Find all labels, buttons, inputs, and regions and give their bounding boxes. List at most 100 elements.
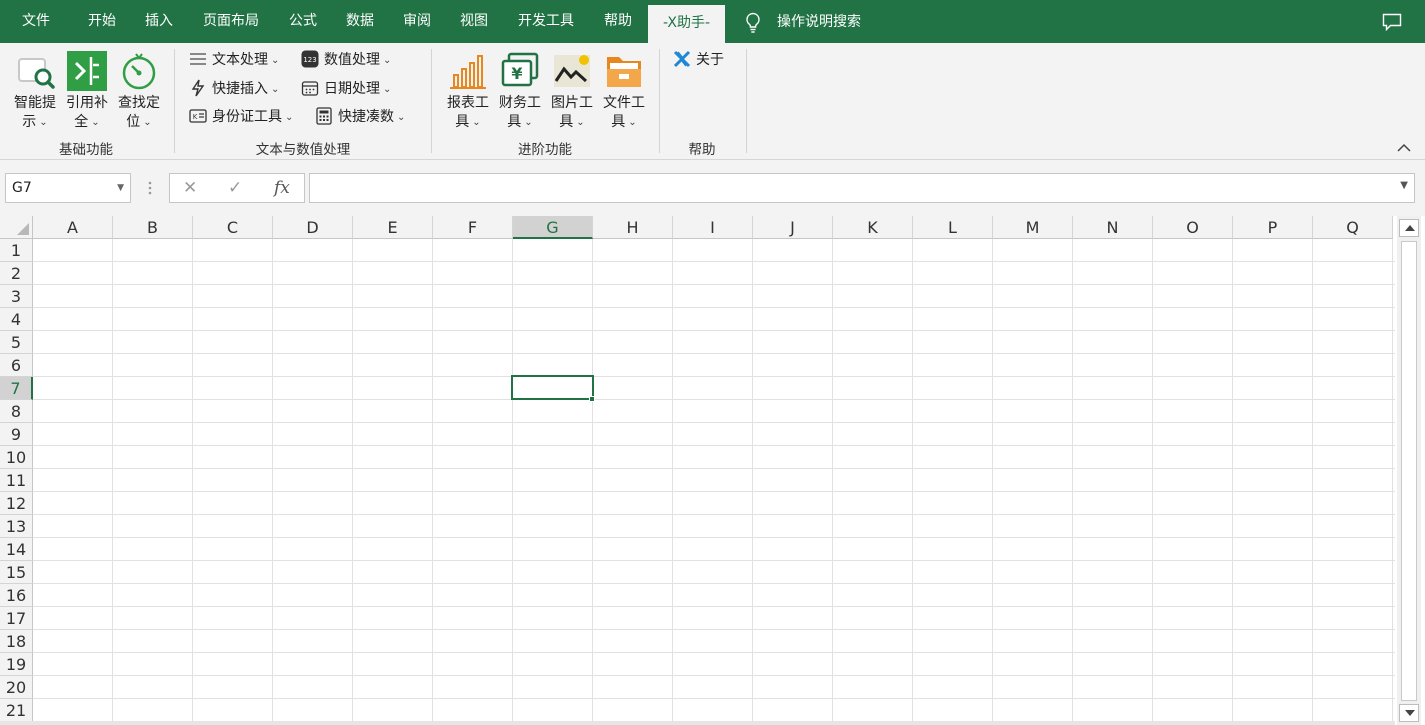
tab-view[interactable]: 视图 — [448, 0, 500, 43]
reference-complete-label: 引用补 全 ⌄ — [66, 95, 108, 130]
row-header[interactable]: 9 — [0, 423, 33, 446]
gridline — [33, 399, 1395, 400]
tab-review[interactable]: 审阅 — [392, 0, 442, 43]
picture-tool-button[interactable]: 图片工 具 ⌄ — [547, 49, 597, 131]
quick-insert-icon — [191, 79, 205, 97]
row-header[interactable]: 13 — [0, 515, 33, 538]
quick-insert-button[interactable]: 快捷插入 ⌄ — [189, 78, 279, 100]
smart-hint-button[interactable]: 智能提 示 ⌄ — [10, 49, 60, 131]
tab-help[interactable]: 帮助 — [592, 0, 644, 43]
row-header[interactable]: 20 — [0, 676, 33, 699]
scroll-down-button[interactable] — [1399, 704, 1419, 722]
comment-icon[interactable] — [1382, 13, 1402, 31]
number-process-button[interactable]: 123 数值处理 ⌄ — [301, 49, 391, 71]
row-header[interactable]: 1 — [0, 239, 33, 262]
row-header[interactable]: 4 — [0, 308, 33, 331]
smart-hint-label: 智能提 示 ⌄ — [14, 95, 56, 130]
group-label-text-number: 文本与数值处理 — [255, 142, 351, 158]
file-tool-button[interactable]: 文件工 具 ⌄ — [599, 49, 649, 131]
row-header[interactable]: 6 — [0, 354, 33, 377]
row-header[interactable]: 16 — [0, 584, 33, 607]
row-header[interactable]: 18 — [0, 630, 33, 653]
column-header[interactable]: A — [33, 216, 113, 239]
column-header[interactable]: M — [993, 216, 1073, 239]
column-header[interactable]: P — [1233, 216, 1313, 239]
chevron-down-icon[interactable]: ▼ — [117, 174, 124, 202]
column-header[interactable]: F — [433, 216, 513, 239]
row-header[interactable]: 7 — [0, 377, 33, 400]
column-header[interactable]: C — [193, 216, 273, 239]
row-header[interactable]: 21 — [0, 699, 33, 722]
row-header[interactable]: 11 — [0, 469, 33, 492]
tab-home[interactable]: 开始 — [76, 0, 128, 43]
tab-insert[interactable]: 插入 — [134, 0, 184, 43]
expand-formula-icon[interactable]: ▼ — [1400, 180, 1408, 191]
enter-icon[interactable]: ✓ — [228, 174, 242, 202]
about-button[interactable]: 关于 — [673, 49, 724, 71]
row-header[interactable]: 14 — [0, 538, 33, 561]
svg-text:¥: ¥ — [511, 64, 522, 83]
column-header[interactable]: D — [273, 216, 353, 239]
gridline — [33, 468, 1395, 469]
column-header[interactable]: O — [1153, 216, 1233, 239]
row-header[interactable]: 19 — [0, 653, 33, 676]
column-header[interactable]: B — [113, 216, 193, 239]
tab-developer[interactable]: 开发工具 — [508, 0, 584, 43]
formula-input[interactable]: ▼ — [309, 173, 1415, 203]
row-header[interactable]: 12 — [0, 492, 33, 515]
svg-text:123: 123 — [303, 56, 316, 64]
name-box[interactable]: G7 ▼ — [5, 173, 131, 203]
gridline — [33, 261, 1395, 262]
collapse-ribbon-icon[interactable] — [1397, 143, 1411, 153]
gridline — [33, 560, 1395, 561]
scroll-thumb[interactable] — [1401, 241, 1417, 701]
row-header[interactable]: 5 — [0, 331, 33, 354]
scroll-up-button[interactable] — [1399, 219, 1419, 237]
vertical-scrollbar[interactable] — [1397, 216, 1421, 725]
lightbulb-icon[interactable] — [744, 12, 762, 34]
group-separator — [174, 49, 175, 153]
column-header[interactable]: K — [833, 216, 913, 239]
column-header[interactable]: I — [673, 216, 753, 239]
column-header[interactable]: N — [1073, 216, 1153, 239]
tab-formulas[interactable]: 公式 — [278, 0, 328, 43]
row-header[interactable]: 2 — [0, 262, 33, 285]
spreadsheet-grid[interactable]: A B C D E F G H I J K L M N O P Q 1 2 3 4 5 6 7 8 9 10 11 12 13 14 15 16… — [0, 216, 1395, 725]
group-label-help: 帮助 — [688, 142, 716, 158]
fill-handle[interactable] — [589, 396, 595, 402]
cancel-icon[interactable]: ✕ — [183, 174, 197, 202]
folder-icon — [607, 57, 641, 87]
id-card-icon: K — [189, 109, 207, 123]
column-header[interactable]: L — [913, 216, 993, 239]
column-header[interactable]: H — [593, 216, 673, 239]
column-header[interactable]: J — [753, 216, 833, 239]
report-tool-button[interactable]: 报表工 具 ⌄ — [443, 49, 493, 131]
group-separator — [431, 49, 432, 153]
tab-data[interactable]: 数据 — [334, 0, 386, 43]
drag-handle-icon[interactable] — [147, 180, 153, 196]
text-process-button[interactable]: 文本处理 ⌄ — [189, 49, 279, 71]
find-locate-button[interactable]: 查找定 位 ⌄ — [114, 49, 164, 131]
quick-sum-button[interactable]: 快捷凑数 ⌄ — [315, 106, 405, 128]
reference-complete-button[interactable]: 引用补 全 ⌄ — [62, 49, 112, 131]
select-all-button[interactable] — [0, 216, 33, 239]
column-header[interactable]: G — [513, 216, 593, 239]
row-header[interactable]: 15 — [0, 561, 33, 584]
row-header[interactable]: 8 — [0, 400, 33, 423]
tab-file[interactable]: 文件 — [12, 0, 60, 43]
column-header[interactable]: Q — [1313, 216, 1393, 239]
tab-page-layout[interactable]: 页面布局 — [194, 0, 268, 43]
row-header[interactable]: 3 — [0, 285, 33, 308]
tab-x-assistant[interactable]: -X助手- — [648, 5, 725, 43]
row-header[interactable]: 10 — [0, 446, 33, 469]
tell-me-search[interactable]: 操作说明搜索 — [777, 0, 861, 43]
column-header[interactable]: E — [353, 216, 433, 239]
date-process-button[interactable]: 日期处理 ⌄ — [301, 78, 391, 100]
calculator-icon — [316, 107, 332, 125]
active-cell[interactable] — [511, 375, 594, 400]
row-header[interactable]: 17 — [0, 607, 33, 630]
finance-tool-button[interactable]: ¥ 财务工 具 ⌄ — [495, 49, 545, 131]
id-card-tool-button[interactable]: K 身份证工具 ⌄ — [189, 106, 293, 128]
insert-function-icon[interactable]: fx — [274, 174, 290, 202]
svg-text:K: K — [193, 113, 198, 121]
